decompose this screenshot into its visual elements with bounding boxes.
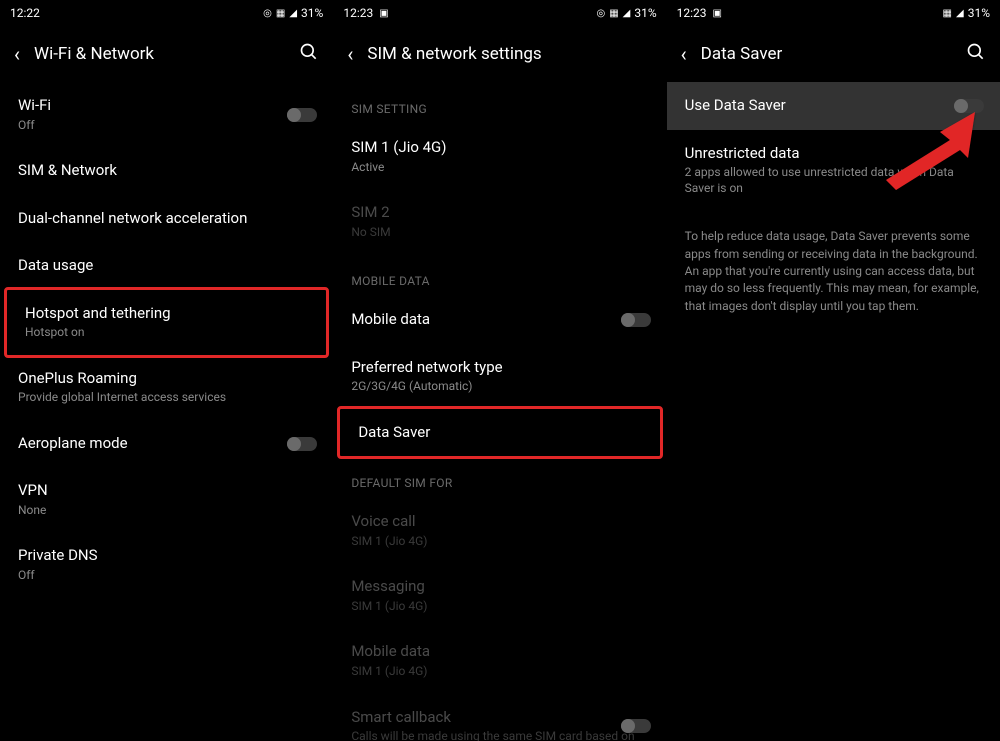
row-title: Messaging [351, 577, 648, 597]
volte-icon: ▦ [609, 8, 618, 19]
row-title: Mobile data [351, 310, 648, 330]
section-sim-setting: SIM SETTING [333, 82, 666, 124]
row-sub: Hotspot on [25, 325, 308, 341]
row-title: Dual-channel network acceleration [18, 209, 315, 229]
row-sub: SIM 1 (Jio 4G) [351, 664, 648, 680]
row-title: Hotspot and tethering [25, 304, 308, 324]
volte-icon: ▦ [276, 8, 285, 19]
row-private-dns[interactable]: Private DNS Off [0, 532, 333, 597]
status-battery: 31% [634, 6, 656, 20]
row-wifi[interactable]: Wi-Fi Off [0, 82, 333, 147]
back-icon[interactable]: ‹ [681, 42, 687, 66]
row-title: SIM 1 (Jio 4G) [351, 138, 648, 158]
status-bar: 12:23 ▣ ▦ ◢ 31% [667, 0, 1000, 26]
signal-icon: ◢ [623, 8, 631, 19]
row-mobile-data[interactable]: Mobile data [333, 296, 666, 344]
aeroplane-toggle[interactable] [287, 437, 317, 451]
header: ‹ Wi-Fi & Network [0, 26, 333, 82]
row-use-data-saver[interactable]: Use Data Saver [667, 82, 1000, 130]
status-time: 12:23 [677, 6, 707, 20]
screen-data-saver: 12:23 ▣ ▦ ◢ 31% ‹ Data Saver Use Data Sa… [667, 0, 1000, 741]
header: ‹ Data Saver [667, 26, 1000, 82]
page-title: Wi-Fi & Network [34, 44, 285, 64]
row-title: Data usage [18, 256, 315, 276]
row-title: SIM & Network [18, 161, 315, 181]
status-bar: 12:22 ◎ ▦ ◢ 31% [0, 0, 333, 26]
row-sub: No SIM [351, 225, 648, 241]
header: ‹ SIM & network settings [333, 26, 666, 82]
row-smart-callback: Smart callback Calls will be made using … [333, 694, 666, 741]
signal-icon: ◢ [289, 8, 297, 19]
row-title: Smart callback [351, 708, 648, 728]
status-time: 12:23 [343, 6, 373, 20]
row-title: Aeroplane mode [18, 434, 315, 454]
row-oneplus-roaming[interactable]: OnePlus Roaming Provide global Internet … [0, 355, 333, 420]
row-data-usage[interactable]: Data usage [0, 242, 333, 290]
row-sub: Calls will be made using the same SIM ca… [351, 729, 648, 741]
screen-sim-settings: 12:23 ▣ ◎ ▦ ◢ 31% ‹ SIM & network settin… [333, 0, 666, 741]
section-default-sim: DEFAULT SIM FOR [333, 456, 666, 498]
page-title: SIM & network settings [367, 44, 652, 64]
data-saver-description: To help reduce data usage, Data Saver pr… [667, 210, 1000, 333]
row-title: Private DNS [18, 546, 315, 566]
row-title: Unrestricted data [685, 144, 982, 164]
row-vpn[interactable]: VPN None [0, 467, 333, 532]
row-unrestricted-data[interactable]: Unrestricted data 2 apps allowed to use … [667, 130, 1000, 211]
row-title: Preferred network type [351, 358, 648, 378]
status-bar: 12:23 ▣ ◎ ▦ ◢ 31% [333, 0, 666, 26]
search-icon[interactable] [299, 42, 319, 67]
data-saver-toggle[interactable] [954, 99, 984, 113]
row-hotspot-tethering[interactable]: Hotspot and tethering Hotspot on [4, 287, 329, 358]
status-battery: 31% [968, 6, 990, 20]
back-icon[interactable]: ‹ [14, 42, 20, 66]
mobile-data-toggle[interactable] [621, 313, 651, 327]
status-battery: 31% [301, 6, 323, 20]
hotspot-icon: ◎ [263, 8, 272, 19]
status-time: 12:22 [10, 6, 40, 20]
row-title: Use Data Saver [685, 96, 982, 116]
hotspot-icon: ◎ [596, 8, 605, 19]
row-sub: None [18, 503, 315, 519]
row-data-saver[interactable]: Data Saver [337, 406, 662, 460]
row-aeroplane-mode[interactable]: Aeroplane mode [0, 420, 333, 468]
row-sub: SIM 1 (Jio 4G) [351, 534, 648, 550]
back-icon[interactable]: ‹ [347, 42, 353, 66]
screen-wifi-network: 12:22 ◎ ▦ ◢ 31% ‹ Wi-Fi & Network Wi-Fi … [0, 0, 333, 741]
wifi-toggle[interactable] [287, 108, 317, 122]
row-mobile-data-default: Mobile data SIM 1 (Jio 4G) [333, 628, 666, 693]
row-sim-network[interactable]: SIM & Network [0, 147, 333, 195]
row-sub: Off [18, 568, 315, 584]
row-sub: Off [18, 118, 315, 134]
search-icon[interactable] [966, 42, 986, 67]
row-preferred-network[interactable]: Preferred network type 2G/3G/4G (Automat… [333, 344, 666, 409]
row-sub: 2 apps allowed to use unrestricted data … [685, 165, 982, 196]
row-sub: SIM 1 (Jio 4G) [351, 599, 648, 615]
row-dual-channel[interactable]: Dual-channel network acceleration [0, 195, 333, 243]
screenshot-icon: ▣ [713, 8, 722, 19]
row-title: Wi-Fi [18, 96, 315, 116]
row-title: OnePlus Roaming [18, 369, 315, 389]
row-messaging: Messaging SIM 1 (Jio 4G) [333, 563, 666, 628]
row-sub: Active [351, 160, 648, 176]
row-sim2: SIM 2 No SIM [333, 189, 666, 254]
row-title: SIM 2 [351, 203, 648, 223]
row-voice-call: Voice call SIM 1 (Jio 4G) [333, 498, 666, 563]
screenshot-icon: ▣ [379, 8, 388, 19]
smart-callback-toggle [621, 719, 651, 733]
section-mobile-data: MOBILE DATA [333, 254, 666, 296]
page-title: Data Saver [701, 44, 952, 64]
row-title: Voice call [351, 512, 648, 532]
row-title: VPN [18, 481, 315, 501]
row-sim1[interactable]: SIM 1 (Jio 4G) Active [333, 124, 666, 189]
row-title: Mobile data [351, 642, 648, 662]
volte-icon: ▦ [943, 8, 952, 19]
row-sub: Provide global Internet access services [18, 390, 315, 406]
row-sub: 2G/3G/4G (Automatic) [351, 379, 648, 395]
row-title: Data Saver [358, 423, 641, 443]
signal-icon: ◢ [956, 8, 964, 19]
